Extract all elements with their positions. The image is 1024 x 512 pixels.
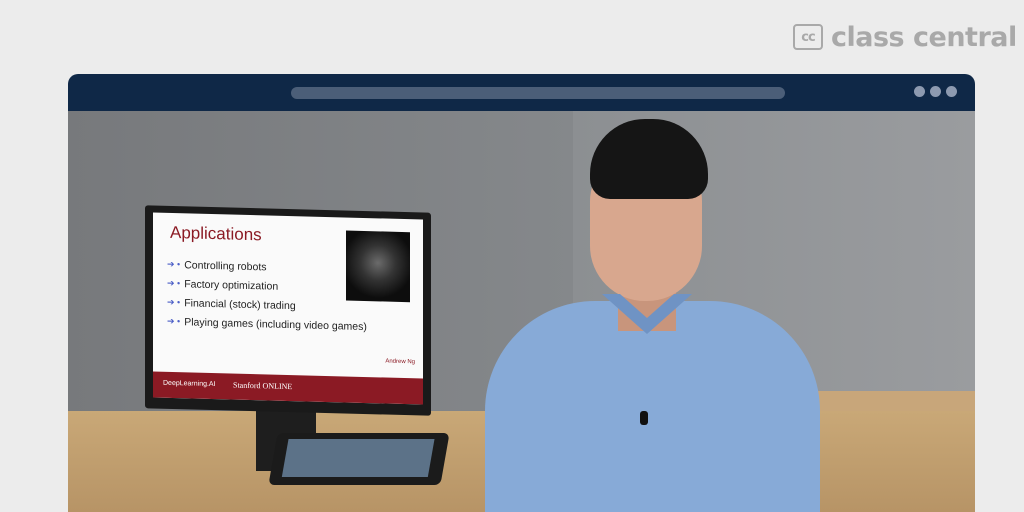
window-dot-icon[interactable] — [946, 86, 957, 97]
window-dot-icon[interactable] — [914, 86, 925, 97]
lunar-lander-image — [346, 230, 410, 303]
arrow-icon: ➔ • — [167, 315, 181, 327]
stanford-logo: Stanford ONLINE — [233, 380, 293, 392]
logo-text: class central — [831, 21, 1017, 53]
browser-titlebar — [68, 74, 975, 111]
arrow-icon: ➔ • — [167, 277, 181, 289]
slide-bullet-list: ➔ • Controlling robots ➔ • Factory optimiz… — [167, 255, 367, 336]
cc-logo-icon: cc — [793, 24, 823, 50]
tablet — [268, 433, 450, 485]
deeplearning-logo: DeepLearning.AI — [163, 379, 216, 389]
lapel-mic-icon — [640, 411, 648, 425]
window-dot-icon[interactable] — [930, 86, 941, 97]
window-controls — [914, 86, 957, 97]
tablet-screen — [281, 439, 435, 477]
slide-footer: Andrew Ng DeepLearning.AI Stanford ONLIN… — [153, 359, 423, 405]
presenter-hair — [590, 119, 708, 199]
address-bar[interactable] — [291, 87, 785, 99]
presenter — [440, 111, 840, 512]
slide: Applications ➔ • Controlling robots ➔ • Fa… — [153, 212, 423, 405]
monitor: Applications ➔ • Controlling robots ➔ • Fa… — [145, 205, 431, 416]
presenter-shirt — [485, 301, 820, 512]
arrow-icon: ➔ • — [167, 296, 181, 308]
browser-window: Applications ➔ • Controlling robots ➔ • Fa… — [68, 74, 975, 512]
video-frame[interactable]: Applications ➔ • Controlling robots ➔ • Fa… — [68, 111, 975, 512]
slide-bullet: ➔ • Playing games (including video games) — [167, 315, 367, 333]
arrow-icon: ➔ • — [167, 258, 181, 270]
class-central-logo[interactable]: cc class central — [793, 21, 1017, 53]
slide-title: Applications — [170, 222, 262, 245]
presenter-name: Andrew Ng — [385, 358, 415, 366]
